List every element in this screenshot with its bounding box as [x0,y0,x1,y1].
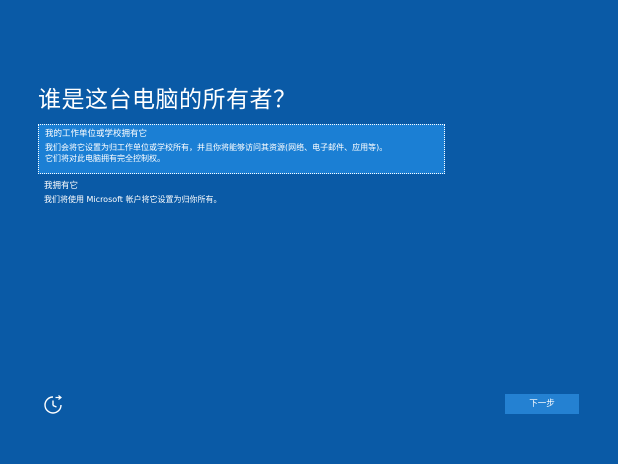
next-button[interactable]: 下一步 [505,394,579,414]
page-title: 谁是这台电脑的所有者？ [38,87,297,113]
ease-of-access-button[interactable] [42,394,64,416]
option-work-or-school[interactable]: 我的工作单位或学校拥有它 我们会将它设置为归工作单位或学校所有，并且你将能够访问… [38,124,445,174]
option-title: 我的工作单位或学校拥有它 [45,129,148,139]
oobe-screen: 谁是这台电脑的所有者？ 我的工作单位或学校拥有它 我们会将它设置为归工作单位或学… [0,0,618,464]
option-description: 我们会将它设置为归工作单位或学校所有，并且你将能够访问其资源(网络、电子邮件、应… [45,143,388,152]
accessibility-clock-icon [44,395,62,414]
option-description: 我们将使用 Microsoft 帐户将它设置为归你所有。 [44,195,222,204]
option-title: 我拥有它 [44,181,79,191]
option-description: 它们将对此电脑拥有完全控制权。 [45,154,165,163]
option-personal[interactable]: 我拥有它 我们将使用 Microsoft 帐户将它设置为归你所有。 [38,179,445,209]
